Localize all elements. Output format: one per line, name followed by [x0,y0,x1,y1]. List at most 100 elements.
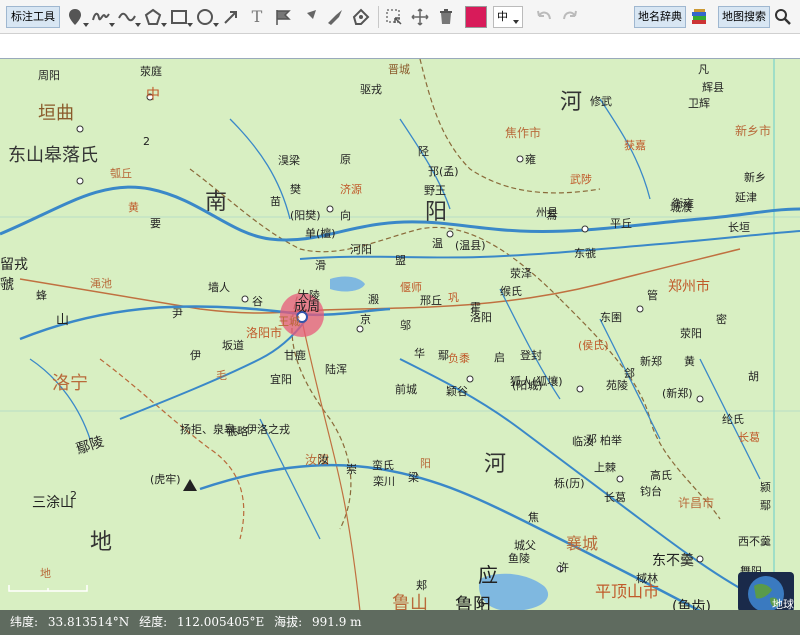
place-label: 东圉 [600,311,622,324]
select-icon[interactable] [383,6,405,28]
tag-icon[interactable] [324,6,346,28]
place-label: (温县) [455,239,486,252]
place-label: 驱戎 [360,83,382,96]
curve-line-icon[interactable] [116,6,141,28]
place-label: 武陟 [570,172,592,186]
place-label: 大陵 [298,288,320,302]
place-label: 蒍 [546,209,557,222]
place-label: 狐人(狐壤) [510,374,563,388]
place-label: 成周 [294,300,320,315]
place-label: 尹 [172,307,183,320]
region-label: 鲁山 [392,593,428,610]
place-label: 滑 [315,259,326,272]
place-label: 凡 [698,63,709,76]
place-label: 管 [647,288,658,302]
place-dictionary-button[interactable]: 地名辞典 [634,6,686,28]
undo-icon[interactable] [533,6,555,28]
place-label: 原 [340,153,351,166]
books-icon[interactable] [688,6,710,28]
place-label: 邢丘 [420,294,442,307]
place-label: 新乡 [744,170,766,184]
place-label: 棫林 [636,571,658,585]
thick-arrow-icon[interactable] [298,6,320,28]
annotate-tools-button[interactable]: 标注工具 [6,5,60,28]
region-label: 河 [484,452,506,477]
globe-view-button[interactable]: 地球 [738,572,794,612]
freehand-line-icon[interactable] [90,6,115,28]
region-label: 焦作市 [505,125,541,140]
place-label: 钧台 [640,484,662,498]
place-label: 东虢 [574,247,596,260]
place-label: 晋城 [388,63,410,76]
region-label: 洛阳市 [246,325,282,340]
longitude-label: 经度: [139,615,168,629]
place-label: 郏 [416,579,427,592]
move-icon[interactable] [409,6,431,28]
place-label: (新郑) [662,386,693,400]
latitude-value: 33.813514°N [47,615,130,629]
text-tool-glyph: T [251,7,263,26]
circle-icon[interactable] [194,6,219,28]
rectangle-icon[interactable] [168,6,193,28]
place-label: 坂道 [222,338,244,352]
place-label: 邬 [400,318,411,332]
place-label: 郐 [624,367,635,380]
place-label: 京 [360,312,371,326]
place-label: 长葛 [604,491,626,504]
place-label: 河阳 [350,243,372,256]
place-label: 黄 [684,354,695,368]
search-icon[interactable] [772,6,794,28]
place-label: 负黍 [448,351,470,365]
place-label: 谷 [252,295,263,308]
coordinate-status-bar: 纬度: 33.813514°N 经度: 112.005405°E 海拔: 991… [0,610,800,635]
place-label: 颍 [760,481,771,494]
place-label: 登封 [520,348,542,362]
place-label: (鱼齿) [672,598,711,610]
place-label: 长葛 [738,431,760,444]
place-label: 阳 [420,457,431,470]
region-label: 东山皋落氏 [8,145,98,166]
map-scale-bar [8,578,88,597]
arrow-icon[interactable] [220,6,242,28]
place-label: 甘鹿 [284,348,306,362]
superscript-label: 2 [70,489,77,502]
place-label: 启 [494,351,505,364]
map-canvas[interactable]: 南 阳 河 地 垣曲 东山皋落氏 洛宁 焦作市 新乡市 郑州市 许昌市 平顶山市… [0,58,800,610]
size-select-value: 中 [497,9,508,23]
toolbar-separator [378,5,379,28]
place-label: 卫辉 [688,97,710,110]
historical-map[interactable]: 南 阳 河 地 垣曲 东山皋落氏 洛宁 焦作市 新乡市 郑州市 许昌市 平顶山市… [0,59,800,610]
map-search-button[interactable]: 地图搜索 [718,6,770,28]
region-label: 洛宁 [52,373,88,394]
place-label: 修武 [590,94,612,108]
size-select[interactable]: 中 [493,5,523,28]
place-label: 柏举 [600,433,622,447]
marker-pin-icon[interactable] [64,6,89,28]
place-label: 陉 [418,145,429,158]
place-label: 西不羹 [738,534,771,548]
polygon-icon[interactable] [142,6,167,28]
region-label: 郑州市 [668,278,710,295]
superscript-label: 6 [478,597,485,610]
annotation-toolbar: 标注工具 T 中 地名辞典 地图搜索 [0,0,800,34]
place-label: 汝 [318,452,329,466]
place-label: 温 [432,237,443,250]
place-label: 焦 [528,511,539,524]
place-label: 延津 [735,191,757,204]
place-label: 邘(孟) [428,165,459,178]
place-label: 单(檀) [305,226,336,240]
color-picker-swatch[interactable] [465,5,487,28]
place-label: 湨梁 [278,153,300,167]
stamp-icon[interactable] [350,6,372,28]
place-label: 周阳 [38,69,60,82]
place-label: 梁 [408,470,419,484]
toolbar-right-group: 地名辞典 地图搜索 [634,6,794,28]
altitude-value: 991.9 m [311,615,362,629]
redo-icon[interactable] [559,6,581,28]
region-label: 襄城 [566,534,598,553]
flag-icon[interactable] [272,6,294,28]
trash-icon[interactable] [435,6,457,28]
place-label: 虢 [0,277,14,293]
text-icon[interactable]: T [246,6,268,28]
place-label: 三涂山 [32,495,74,511]
